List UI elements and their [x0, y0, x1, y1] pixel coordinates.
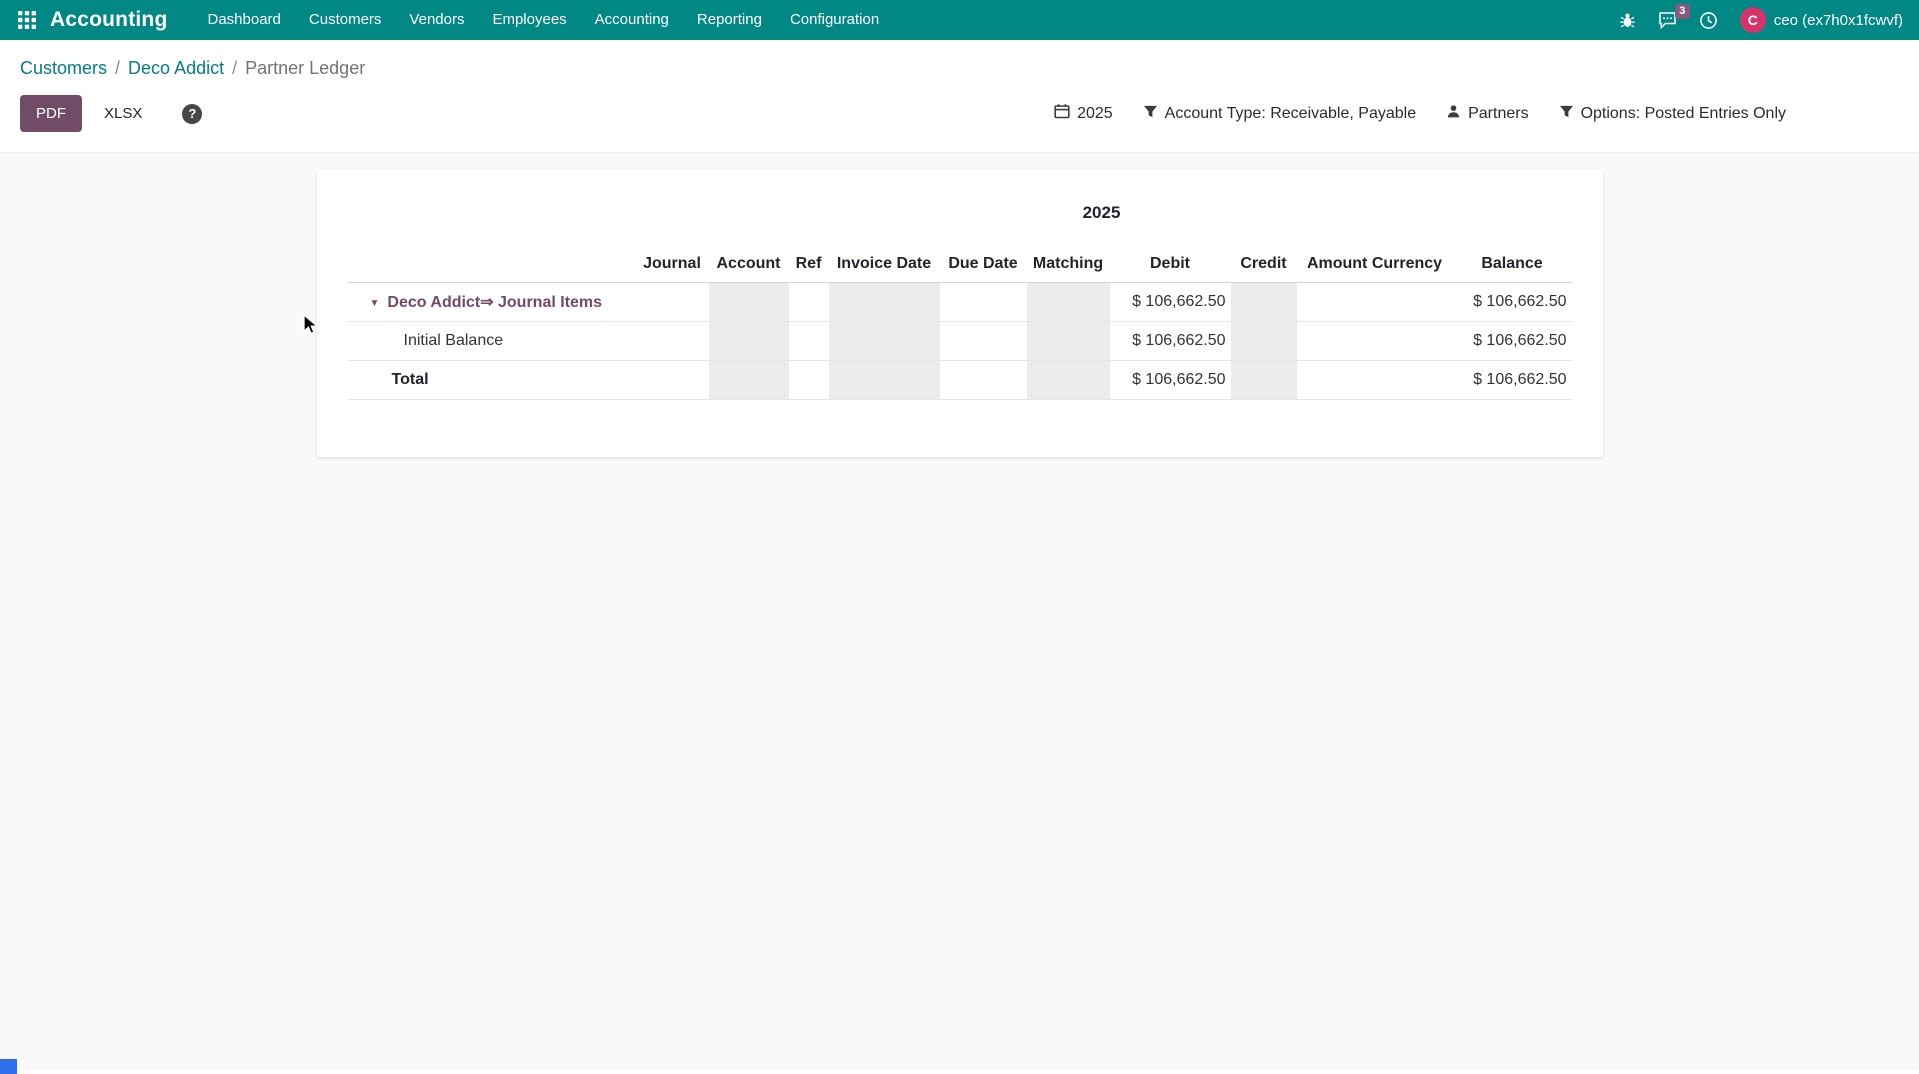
filter-date-label: 2025 — [1077, 105, 1113, 123]
col-header-due-date: Due Date — [940, 245, 1027, 283]
cell — [636, 322, 709, 361]
filter-account-type-label: Account Type: Receivable, Payable — [1165, 105, 1416, 123]
filter-partners[interactable]: Partners — [1446, 104, 1528, 124]
breadcrumb-current: Partner Ledger — [245, 58, 365, 78]
calendar-icon — [1054, 103, 1070, 124]
nav-item-employees[interactable]: Employees — [478, 0, 580, 40]
breadcrumb-separator: / — [115, 58, 120, 78]
top-navbar: Accounting Dashboard Customers Vendors E… — [0, 0, 1919, 40]
cell-credit — [1231, 361, 1297, 400]
app-brand[interactable]: Accounting — [50, 8, 168, 32]
funnel-filter-icon — [1559, 104, 1574, 124]
col-header-balance: Balance — [1453, 245, 1572, 283]
user-menu[interactable]: C ceo (ex7h0x1fcwvf) — [1740, 7, 1903, 33]
activities-clock-icon[interactable] — [1699, 11, 1718, 30]
breadcrumb-separator: / — [232, 58, 237, 78]
messages-icon[interactable]: 3 — [1658, 11, 1677, 29]
cell-balance: $ 106,662.50 — [1453, 322, 1572, 361]
cell — [829, 361, 940, 400]
cell-amount-currency — [1297, 322, 1453, 361]
col-header-credit: Credit — [1231, 245, 1297, 283]
report-card: 2025 Journal Account Ref Invoice Date Du… — [317, 169, 1603, 457]
cell — [789, 283, 829, 322]
breadcrumb-customers[interactable]: Customers — [20, 58, 107, 78]
table-row-journal-items: ▼ Deco Addict⇒ Journal Items $ 106,662.50… — [348, 283, 1572, 322]
control-panel: Customers / Deco Addict / Partner Ledger PDF… — [0, 40, 1919, 152]
cell-amount-currency — [1297, 283, 1453, 322]
col-header-journal: Journal — [636, 245, 709, 283]
row-label-cell: Total — [348, 361, 636, 400]
cell-credit — [1231, 322, 1297, 361]
navbar-right: 3 C ceo (ex7h0x1fcwvf) — [1619, 7, 1903, 33]
group-label[interactable]: Deco Addict⇒ Journal Items — [387, 294, 602, 311]
cell — [940, 361, 1027, 400]
col-header-blank — [348, 245, 636, 283]
cell — [1027, 361, 1110, 400]
nav-item-accounting[interactable]: Accounting — [581, 0, 683, 40]
pdf-button[interactable]: PDF — [20, 95, 82, 132]
cell — [829, 283, 940, 322]
partner-ledger-table: Journal Account Ref Invoice Date Due Dat… — [348, 245, 1572, 400]
table-header-row: Journal Account Ref Invoice Date Due Dat… — [348, 245, 1572, 283]
apps-grid-icon[interactable] — [16, 9, 38, 31]
filter-date[interactable]: 2025 — [1054, 103, 1113, 124]
cell — [789, 361, 829, 400]
col-header-amount-currency: Amount Currency — [1297, 245, 1453, 283]
cell-debit: $ 106,662.50 — [1110, 361, 1231, 400]
nav-item-vendors[interactable]: Vendors — [395, 0, 478, 40]
cell — [1027, 322, 1110, 361]
nav-item-customers[interactable]: Customers — [295, 0, 396, 40]
navbar-menu: Dashboard Customers Vendors Employees Ac… — [194, 0, 894, 40]
help-icon[interactable]: ? — [182, 104, 202, 124]
period-header: 2025 — [1083, 203, 1121, 223]
col-header-matching: Matching — [1027, 245, 1110, 283]
col-header-debit: Debit — [1110, 245, 1231, 283]
nav-item-dashboard[interactable]: Dashboard — [194, 0, 295, 40]
filter-partners-label: Partners — [1468, 105, 1528, 123]
cell — [1027, 283, 1110, 322]
person-icon — [1446, 104, 1461, 124]
nav-item-configuration[interactable]: Configuration — [776, 0, 893, 40]
message-count-badge: 3 — [1675, 4, 1690, 19]
cell — [709, 322, 789, 361]
content-area: 2025 Journal Account Ref Invoice Date Du… — [0, 152, 1919, 1070]
table-row-initial-balance: Initial Balance $ 106,662.50 $ 106,662.5… — [348, 322, 1572, 361]
cell — [789, 322, 829, 361]
cell-amount-currency — [1297, 361, 1453, 400]
cell — [940, 322, 1027, 361]
filter-account-type[interactable]: Account Type: Receivable, Payable — [1143, 104, 1416, 124]
cell — [636, 283, 709, 322]
caret-down-icon: ▼ — [370, 298, 380, 309]
row-label-cell: Initial Balance — [348, 322, 636, 361]
avatar: C — [1740, 7, 1766, 33]
report-controls: PDF XLSX ? 2025 Account Type: — [0, 85, 1919, 152]
cell — [709, 283, 789, 322]
xlsx-button[interactable]: XLSX — [90, 95, 156, 132]
cell — [829, 322, 940, 361]
col-header-ref: Ref — [789, 245, 829, 283]
cell-debit: $ 106,662.50 — [1110, 322, 1231, 361]
group-toggle-cell[interactable]: ▼ Deco Addict⇒ Journal Items — [348, 283, 636, 322]
debug-bug-icon[interactable] — [1619, 12, 1636, 29]
user-name: ceo (ex7h0x1fcwvf) — [1774, 12, 1903, 29]
funnel-filter-icon — [1143, 104, 1158, 124]
cell-credit — [1231, 283, 1297, 322]
report-filters: 2025 Account Type: Receivable, Payable P… — [1054, 103, 1899, 124]
cell-balance: $ 106,662.50 — [1453, 361, 1572, 400]
cell-balance: $ 106,662.50 — [1453, 283, 1572, 322]
cell — [940, 283, 1027, 322]
breadcrumb-deco-addict[interactable]: Deco Addict — [128, 58, 224, 78]
col-header-invoice-date: Invoice Date — [829, 245, 940, 283]
filter-options-label: Options: Posted Entries Only — [1581, 105, 1786, 123]
cell-debit: $ 106,662.50 — [1110, 283, 1231, 322]
table-row-total: Total $ 106,662.50 $ 106,662.50 — [348, 361, 1572, 400]
filter-options[interactable]: Options: Posted Entries Only — [1559, 104, 1786, 124]
cell — [709, 361, 789, 400]
col-header-account: Account — [709, 245, 789, 283]
bottom-left-blue-artifact — [0, 1059, 17, 1074]
nav-item-reporting[interactable]: Reporting — [683, 0, 776, 40]
period-bar: 2025 — [348, 195, 1572, 245]
cell — [636, 361, 709, 400]
breadcrumb: Customers / Deco Addict / Partner Ledger — [0, 40, 1919, 85]
